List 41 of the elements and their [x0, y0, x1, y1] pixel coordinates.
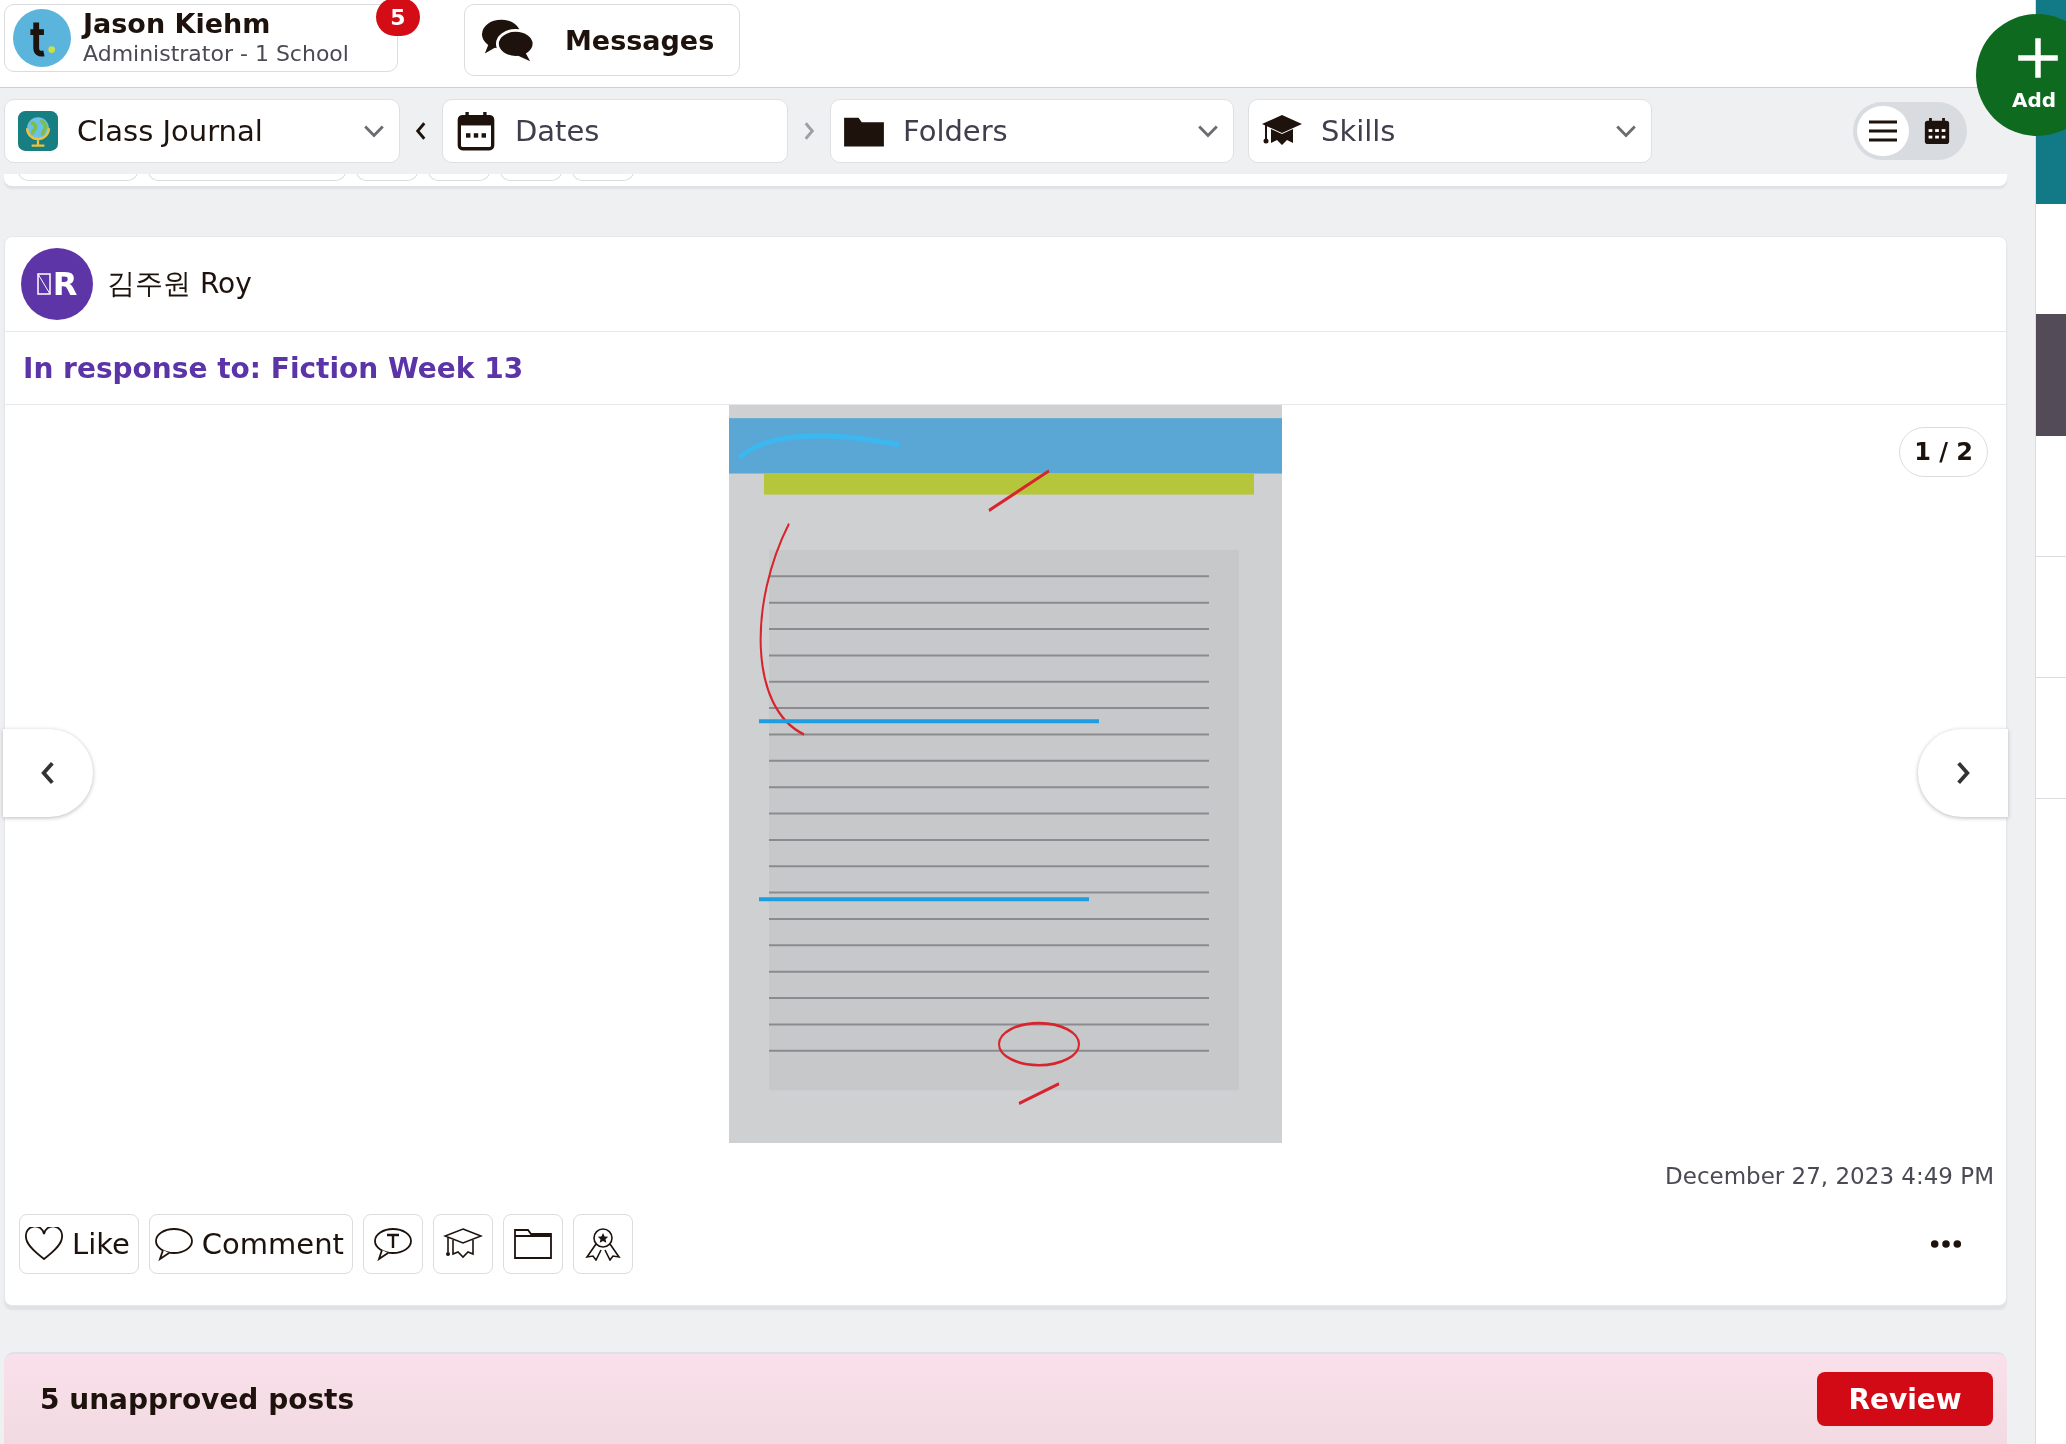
author-name: 김주원 Roy	[107, 266, 252, 302]
heart-icon	[24, 1227, 64, 1261]
like-button[interactable]: Like	[19, 1214, 139, 1274]
response-link[interactable]: In response to: Fiction Week 13	[23, 351, 524, 385]
globe-icon	[17, 111, 59, 152]
skills-dropdown[interactable]: Skills	[1248, 99, 1652, 164]
add-button[interactable]: Add	[1976, 14, 2066, 136]
list-view-button[interactable]	[1857, 106, 1909, 157]
more-options-icon[interactable]	[1930, 1239, 1962, 1249]
plus-icon	[2016, 36, 2060, 80]
caret-icon	[363, 124, 385, 139]
journal-dropdown[interactable]: Class Journal	[4, 99, 400, 164]
chevron-left-icon	[40, 760, 56, 786]
translate-button[interactable]	[362, 1214, 423, 1274]
user-role: Administrator - 1 School	[83, 40, 349, 68]
user-name: Jason Kiehm	[83, 8, 272, 40]
logo-icon	[13, 9, 71, 67]
chat-bubbles-icon	[481, 17, 535, 63]
post-timestamp: December 27, 2023 4:49 PM	[1665, 1163, 1994, 1189]
messages-button[interactable]: Messages	[464, 4, 740, 76]
folder-button[interactable]	[502, 1214, 563, 1274]
notification-badge: 5	[376, 0, 420, 36]
image-counter: 1 / 2	[1899, 427, 1988, 477]
dates-dropdown[interactable]: Dates	[442, 99, 788, 164]
missing-glyph-icon	[36, 273, 51, 295]
folders-dropdown[interactable]: Folders	[830, 99, 1234, 164]
speech-bubble-icon	[153, 1227, 194, 1261]
caret-icon	[1197, 124, 1219, 139]
award-button[interactable]	[572, 1214, 633, 1274]
avatar-initials: R	[52, 265, 78, 303]
caret-icon	[1615, 124, 1637, 139]
calendar-icon	[455, 111, 497, 152]
unapproved-count: 5 unapproved posts	[40, 1382, 356, 1416]
comment-button[interactable]: Comment	[148, 1214, 353, 1274]
skills-button[interactable]	[432, 1214, 493, 1274]
folder-icon	[512, 1227, 553, 1261]
chevron-right-icon	[1955, 760, 1971, 786]
review-button[interactable]: Review	[1817, 1372, 1993, 1426]
speech-bubble-icon	[372, 1227, 413, 1261]
calendar-icon	[1922, 117, 1952, 146]
graduation-cap-icon	[442, 1227, 483, 1261]
